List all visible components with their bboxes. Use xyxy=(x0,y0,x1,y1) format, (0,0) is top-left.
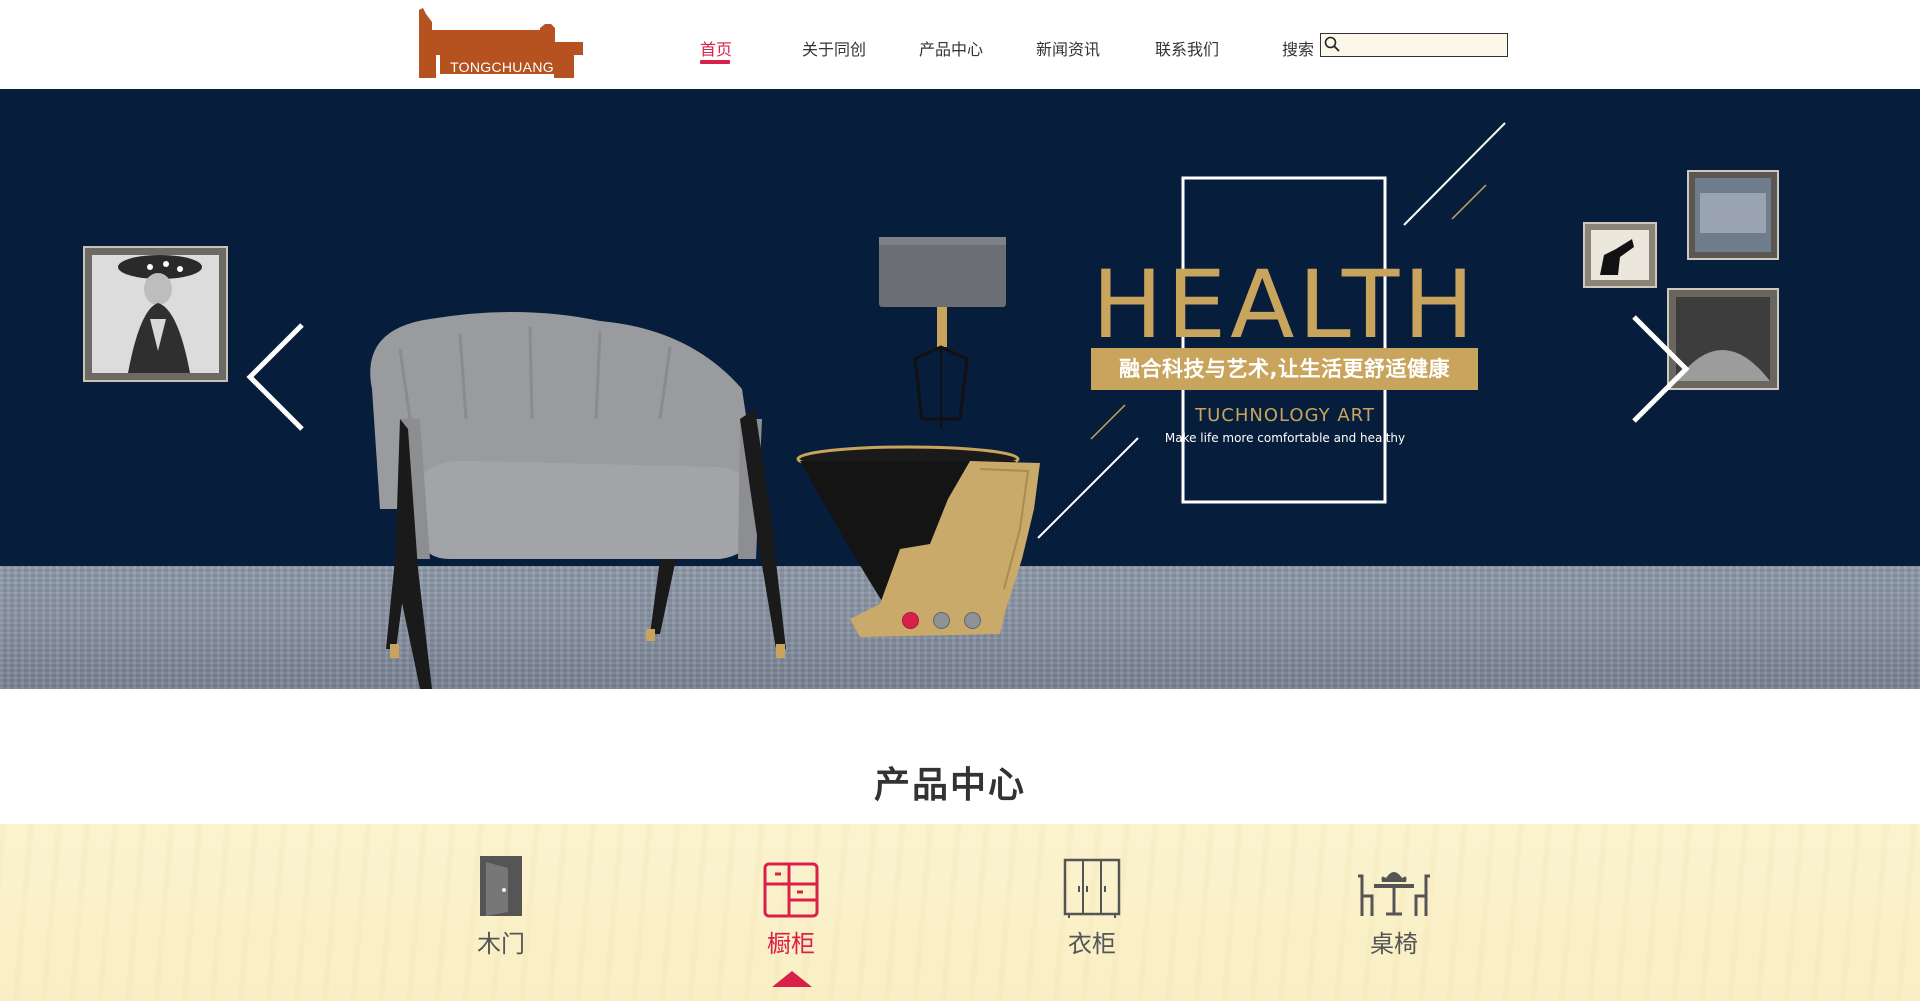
banner-headline: HEALTH xyxy=(1092,251,1478,360)
category-label: 橱柜 xyxy=(767,930,815,958)
banner-caption: Make life more comfortable and healthy xyxy=(1164,431,1406,445)
nav-active-indicator xyxy=(700,60,730,64)
category-cabinet[interactable]: 橱柜 xyxy=(731,854,851,959)
door-icon xyxy=(480,856,522,916)
search-box[interactable] xyxy=(1320,33,1508,57)
nav-item-news[interactable]: 新闻资讯 xyxy=(1036,36,1100,60)
nav-item-products[interactable]: 产品中心 xyxy=(919,36,983,60)
product-categories: 木门 橱柜 衣柜 桌椅 xyxy=(0,824,1920,1001)
search-label: 搜索 xyxy=(1282,40,1315,59)
chevron-left-icon[interactable] xyxy=(244,321,306,433)
slide-dot-2[interactable] xyxy=(933,612,950,629)
wardrobe-icon xyxy=(1063,858,1121,918)
hero-banner: HEALTH 融合科技与艺术,让生活更舒适健康 TUCHNOLOGY ART M… xyxy=(0,89,1920,689)
section-title: 产品中心 xyxy=(873,765,1026,806)
logo-text: TONGCHUANG xyxy=(450,59,554,75)
table-lamp-image xyxy=(879,237,1006,429)
active-category-indicator xyxy=(772,971,812,987)
brand-logo[interactable]: TONGCHUANG xyxy=(414,8,584,80)
nav-item-contact[interactable]: 联系我们 xyxy=(1155,36,1219,60)
nav-item-home[interactable]: 首页 xyxy=(700,36,732,60)
category-label: 衣柜 xyxy=(1068,930,1116,958)
nav-item-about[interactable]: 关于同创 xyxy=(802,36,866,60)
category-tables-chairs[interactable]: 桌椅 xyxy=(1334,854,1454,959)
category-wardrobe[interactable]: 衣柜 xyxy=(1032,854,1152,959)
slide-dot-1[interactable] xyxy=(902,612,919,629)
armchair-image xyxy=(370,311,786,689)
banner-tagline: 融合科技与艺术,让生活更舒适健康 xyxy=(1091,348,1478,390)
table-chairs-icon xyxy=(1358,872,1430,916)
search-icon[interactable] xyxy=(1324,36,1340,52)
side-table-image xyxy=(796,445,1040,637)
framed-portrait-image xyxy=(83,246,228,382)
slide-dot-3[interactable] xyxy=(964,612,981,629)
site-header: TONGCHUANG 首页 关于同创 产品中心 新闻资讯 联系我们 搜索 xyxy=(0,0,1920,89)
category-wooden-door[interactable]: 木门 xyxy=(441,854,561,959)
category-label: 木门 xyxy=(477,930,525,958)
chevron-right-icon[interactable] xyxy=(1630,313,1692,425)
cabinet-icon xyxy=(763,862,819,918)
search-input[interactable] xyxy=(1343,34,1503,56)
category-label: 桌椅 xyxy=(1370,930,1418,958)
banner-subtitle: TUCHNOLOGY ART xyxy=(1195,405,1375,426)
